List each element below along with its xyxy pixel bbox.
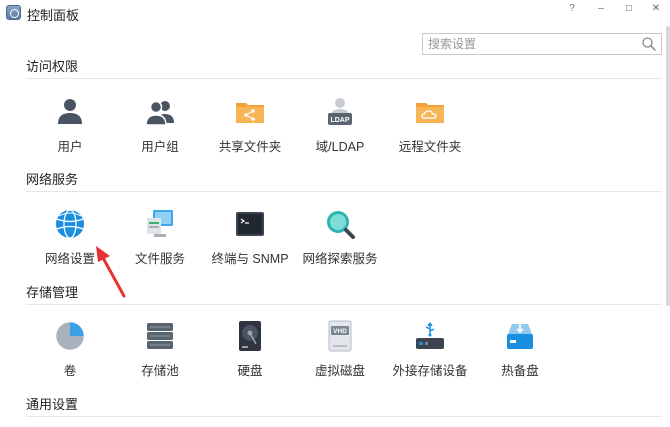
divider xyxy=(26,416,662,417)
annotation-arrow xyxy=(96,246,126,298)
discovery-icon xyxy=(327,211,355,239)
user-icon xyxy=(58,99,82,124)
hot-spare-icon xyxy=(507,324,533,349)
minimize-button[interactable]: – xyxy=(590,2,612,20)
virtual-disk-icon: VHD xyxy=(328,320,352,352)
divider xyxy=(26,304,662,305)
tile-label: 远程文件夹 xyxy=(398,140,462,154)
search-box[interactable] xyxy=(422,33,662,55)
divider xyxy=(26,78,662,79)
tile-label: 存储池 xyxy=(141,364,179,378)
remote-folder-icon xyxy=(416,103,444,123)
tile-remote-folder[interactable]: 远程文件夹 xyxy=(385,96,475,162)
maximize-button[interactable]: □ xyxy=(618,2,640,20)
help-button[interactable]: ? xyxy=(561,2,583,20)
search-input[interactable] xyxy=(423,34,637,54)
section-title-access: 访问权限 xyxy=(26,59,79,74)
tile-label: 外接存储设备 xyxy=(392,364,468,378)
section-title-network: 网络服务 xyxy=(26,172,79,187)
shared-folder-icon xyxy=(236,103,264,123)
tile-external-storage[interactable]: 外接存储设备 xyxy=(385,320,475,386)
tile-volume[interactable]: 卷 xyxy=(25,320,115,386)
title-bar: 控制面板 ? – □ ✕ xyxy=(0,0,670,26)
ldap-icon: LDAP xyxy=(328,98,352,125)
vhd-badge-text: VHD xyxy=(333,328,347,335)
tile-user-group[interactable]: 用户组 xyxy=(115,96,205,162)
tile-label: 虚拟磁盘 xyxy=(314,364,365,378)
tile-shared-folder[interactable]: 共享文件夹 xyxy=(205,96,295,162)
file-service-icon xyxy=(147,210,173,237)
tile-hot-spare[interactable]: 热备盘 xyxy=(475,320,565,386)
window-title: 控制面板 xyxy=(27,8,80,23)
tile-label: 终端与 SNMP xyxy=(211,252,289,266)
tile-label: 卷 xyxy=(63,364,77,378)
tile-label: 用户组 xyxy=(141,140,179,154)
terminal-icon xyxy=(236,212,264,236)
hard-disk-icon xyxy=(239,321,261,351)
control-panel-icon xyxy=(6,5,21,20)
tile-label: 热备盘 xyxy=(501,364,539,378)
tile-label: 硬盘 xyxy=(237,364,263,378)
tile-user[interactable]: 用户 xyxy=(25,96,115,162)
tile-network-discovery[interactable]: 网络探索服务 xyxy=(295,208,385,274)
divider xyxy=(26,191,662,192)
section-title-general: 通用设置 xyxy=(26,397,79,412)
tile-label: 域/LDAP xyxy=(315,140,365,154)
tile-virtual-disk[interactable]: VHD 虚拟磁盘 xyxy=(295,320,385,386)
user-group-icon xyxy=(145,100,174,126)
section-title-storage: 存储管理 xyxy=(26,285,79,300)
volume-pie-icon xyxy=(55,321,85,351)
usb-storage-icon xyxy=(416,322,444,349)
tile-label: 共享文件夹 xyxy=(218,140,282,154)
search-icon[interactable] xyxy=(641,36,657,52)
tile-label: 网络探索服务 xyxy=(302,252,378,266)
tile-label: 用户 xyxy=(57,140,83,154)
tile-ldap[interactable]: LDAP 域/LDAP xyxy=(295,96,385,162)
scrollbar[interactable] xyxy=(666,26,670,306)
tile-hard-disk[interactable]: 硬盘 xyxy=(205,320,295,386)
tile-terminal-snmp[interactable]: 终端与 SNMP xyxy=(205,208,295,274)
ldap-badge-text: LDAP xyxy=(330,117,349,124)
storage-pool-icon xyxy=(147,323,173,349)
close-button[interactable]: ✕ xyxy=(645,2,667,20)
globe-icon xyxy=(56,209,84,239)
tile-storage-pool[interactable]: 存储池 xyxy=(115,320,205,386)
